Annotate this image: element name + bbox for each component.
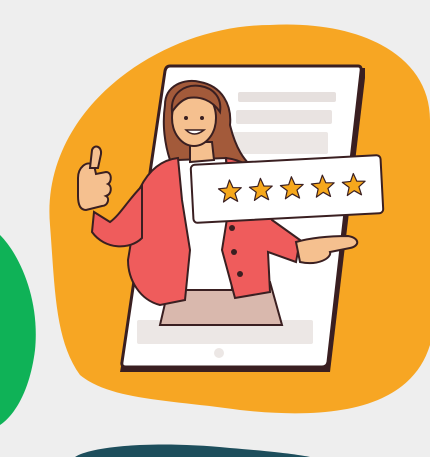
eye-right — [200, 116, 204, 120]
thumb — [88, 145, 103, 169]
eye-left — [184, 116, 188, 120]
screen-block — [238, 92, 336, 102]
jacket-button — [229, 225, 235, 231]
jacket-button — [231, 249, 237, 255]
screen-block — [232, 132, 328, 154]
review-illustration — [0, 0, 430, 457]
green-blob — [0, 235, 36, 425]
home-button — [214, 348, 224, 358]
rating-card — [189, 154, 385, 224]
illustration-canvas — [0, 24, 430, 457]
screen-block — [236, 110, 332, 124]
jacket-button — [237, 271, 243, 277]
teal-blob — [75, 444, 310, 457]
